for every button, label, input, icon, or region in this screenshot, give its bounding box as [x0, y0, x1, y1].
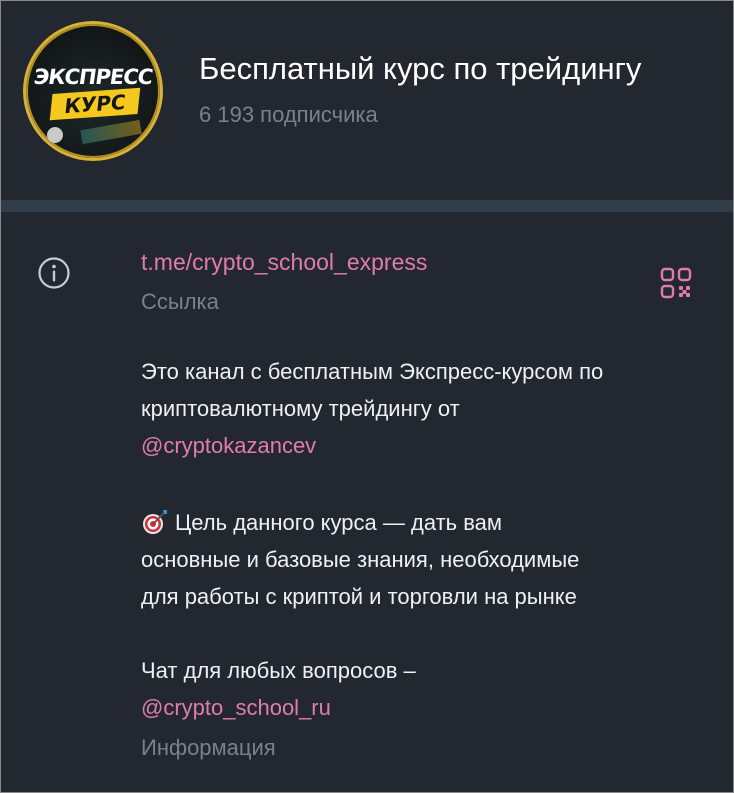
- description-line: Цель данного курса — дать вам: [175, 510, 503, 535]
- author-mention-link[interactable]: @cryptokazancev: [141, 433, 316, 458]
- link-caption: Ссылка: [141, 289, 219, 314]
- info-circle-icon: [38, 257, 70, 289]
- description-caption: Информация: [141, 735, 276, 760]
- channel-header: ЭКСПРЕСС КУРС Бесплатный курс по трейдин…: [1, 1, 733, 200]
- description-paragraph-3: Чат для любых вопросов – @crypto_school_…: [141, 652, 721, 726]
- subscriber-count: 6 193 подписчика: [199, 102, 378, 127]
- qr-code-icon[interactable]: [659, 266, 693, 300]
- description-line: Чат для любых вопросов –: [141, 658, 416, 683]
- avatar-logo-line1: ЭКСПРЕСС: [32, 65, 154, 89]
- description-line: для работы с криптой и торговли на рынке: [141, 584, 577, 609]
- description-line: Это канал с бесплатным Экспресс-курсом п…: [141, 359, 604, 384]
- channel-title: Бесплатный курс по трейдингу: [199, 51, 642, 86]
- chat-mention-link[interactable]: @crypto_school_ru: [141, 695, 331, 720]
- description-line: криптовалютному трейдингу от: [141, 396, 460, 421]
- section-divider: [1, 200, 733, 212]
- description-paragraph-2: Цель данного курса — дать вам основные и…: [141, 504, 721, 615]
- description-line: основные и базовые знания, необходимые: [141, 547, 580, 572]
- channel-avatar[interactable]: ЭКСПРЕСС КУРС: [23, 21, 163, 161]
- description-paragraph-1: Это канал с бесплатным Экспресс-курсом п…: [141, 353, 721, 464]
- channel-info-panel: ЭКСПРЕСС КУРС Бесплатный курс по трейдин…: [0, 0, 734, 793]
- target-dart-icon: [143, 510, 167, 534]
- channel-link[interactable]: t.me/crypto_school_express: [141, 249, 427, 276]
- coin-icon: [47, 127, 63, 143]
